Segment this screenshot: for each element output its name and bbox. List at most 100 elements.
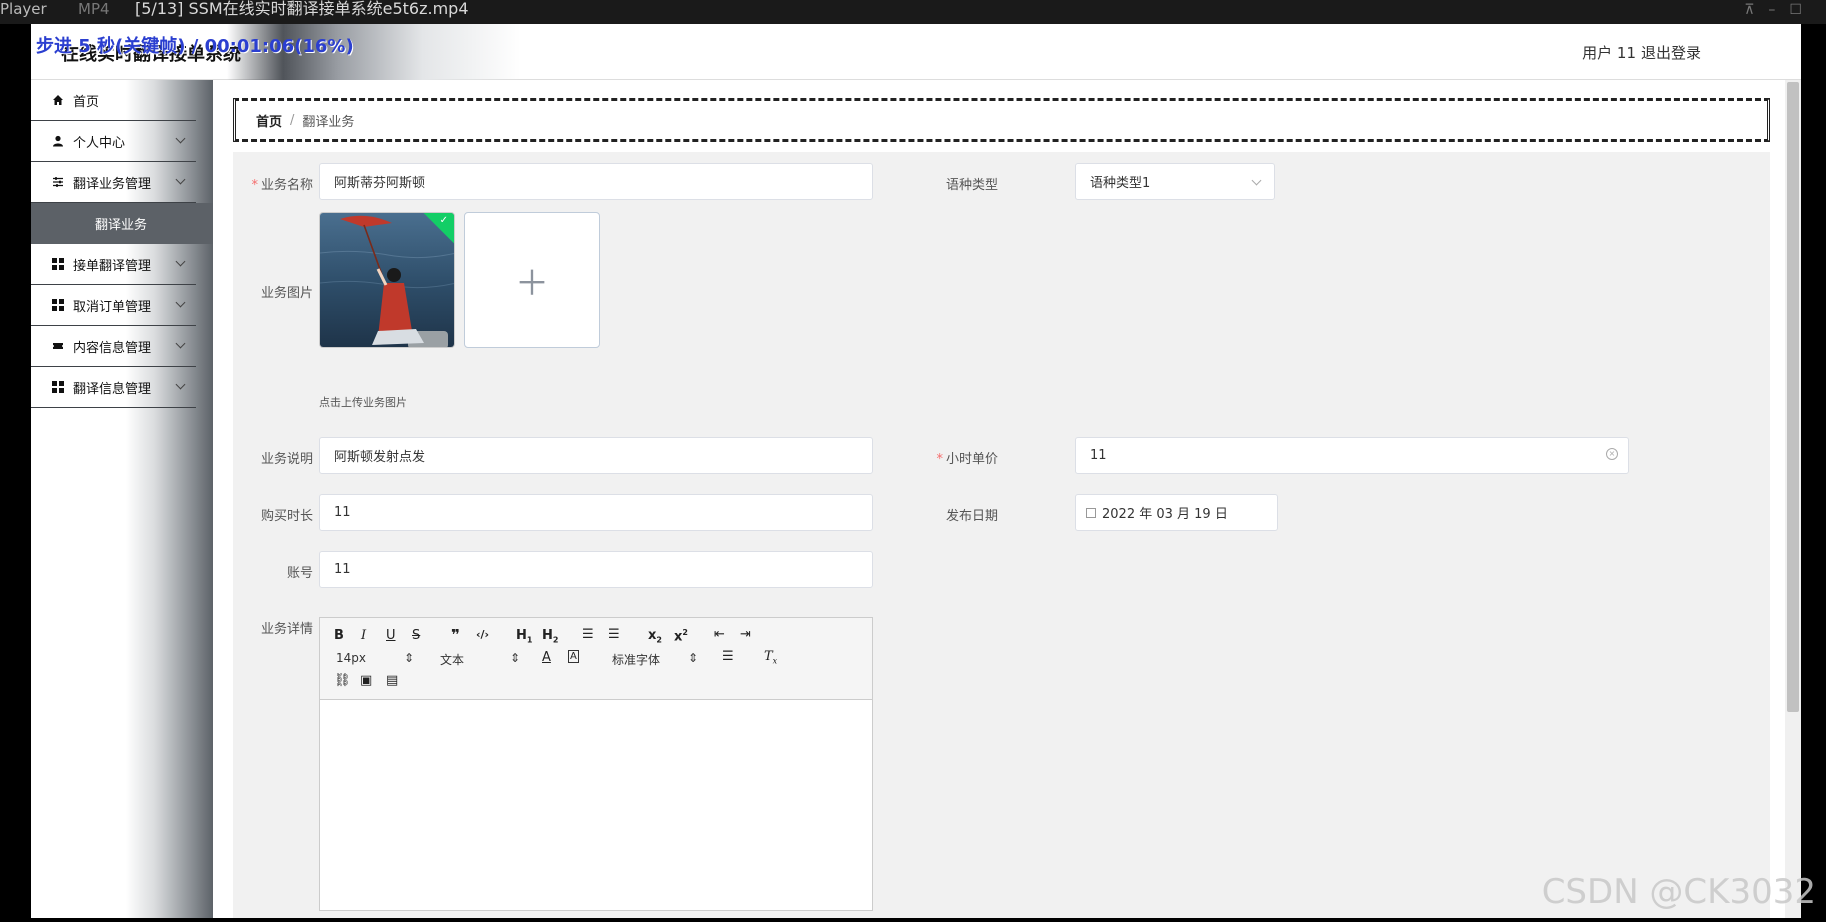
sidebar-item-content-info-mgmt[interactable]: 内容信息管理 bbox=[31, 326, 196, 367]
ordered-list-button[interactable]: ☰ bbox=[582, 627, 594, 642]
user-name[interactable]: 用户 11 bbox=[1582, 42, 1636, 63]
grid-icon bbox=[52, 258, 64, 270]
font-size-select[interactable]: 14px bbox=[336, 651, 366, 665]
clear-icon[interactable]: × bbox=[1606, 448, 1618, 460]
plus-icon: ＋ bbox=[515, 263, 549, 304]
sidebar-item-label: 内容信息管理 bbox=[73, 340, 152, 356]
code-block-button[interactable]: ‹/› bbox=[476, 628, 489, 641]
sidebar-item-translation-business-mgmt[interactable]: 翻译业务管理 bbox=[31, 162, 196, 203]
user-icon bbox=[52, 135, 64, 147]
background-color-button[interactable]: A bbox=[568, 650, 579, 663]
chevron-down-icon bbox=[175, 256, 186, 267]
breadcrumb-home[interactable]: 首页 bbox=[256, 111, 282, 130]
align-button[interactable]: ☰ bbox=[722, 649, 734, 664]
breadcrumb-current: 翻译业务 bbox=[302, 114, 355, 130]
indent-button[interactable]: ⇥ bbox=[740, 627, 751, 642]
business-image-label: 业务图片 bbox=[260, 286, 313, 301]
bold-button[interactable]: B bbox=[334, 628, 344, 643]
business-detail-label: 业务详情 bbox=[260, 622, 313, 637]
upload-add-button[interactable]: ＋ bbox=[464, 212, 600, 348]
breadcrumb: 首页 / 翻译业务 bbox=[233, 98, 1770, 142]
strike-button[interactable]: S bbox=[412, 628, 420, 643]
sidebar-item-home[interactable]: 首页 bbox=[31, 80, 196, 121]
screen: Player MP4 [5/13] SSM在线实时翻译接单系统e5t6z.mp4… bbox=[0, 0, 1826, 922]
publish-date-label: 发布日期 bbox=[945, 509, 998, 524]
upload-tip: 点击上传业务图片 bbox=[319, 396, 407, 409]
app-window: 在线实时翻译接单系统 索：步进 5 秒(关键帧) / 00:01:06(16%)… bbox=[31, 24, 1801, 918]
grid-icon bbox=[52, 381, 64, 393]
sidebar-item-label: 首页 bbox=[73, 94, 100, 110]
clean-format-button[interactable]: Tx bbox=[764, 649, 777, 666]
chevron-down-icon bbox=[175, 297, 186, 308]
business-desc-label: 业务说明 bbox=[260, 452, 313, 467]
image-icon[interactable]: ▣ bbox=[360, 673, 372, 688]
sliders-icon bbox=[52, 176, 64, 188]
account-label: 账号 bbox=[286, 566, 313, 581]
business-form: * 业务名称 阿斯蒂芬阿斯顿 语种类型 语种类型1 业务图片 ✓ ＋ 点击上传业… bbox=[233, 152, 1770, 918]
font-size-arrows-icon: ⇕ bbox=[404, 651, 415, 665]
outdent-button[interactable]: ⇤ bbox=[714, 627, 725, 642]
video-title: [5/13] SSM在线实时翻译接单系统e5t6z.mp4 bbox=[135, 0, 469, 18]
business-name-label: * 业务名称 bbox=[251, 178, 313, 193]
scrollbar[interactable] bbox=[1785, 80, 1801, 918]
link-icon[interactable]: ⛓ bbox=[334, 673, 351, 688]
window-controls[interactable]: ⊼–☐ bbox=[1744, 2, 1816, 18]
player-titlebar: Player MP4 [5/13] SSM在线实时翻译接单系统e5t6z.mp4… bbox=[0, 0, 1826, 24]
chevron-down-icon bbox=[175, 338, 186, 349]
main-content: 首页 / 翻译业务 *业务名称 阿斯蒂芬阿斯顿 语种类型 语种类型1 业务图片 bbox=[213, 80, 1801, 918]
purchase-duration-input[interactable]: 11 bbox=[319, 494, 873, 531]
publish-date-picker[interactable]: 2022 年 03 月 19 日 bbox=[1075, 494, 1278, 531]
check-icon: ✓ bbox=[439, 215, 448, 226]
sidebar-item-translation-info-mgmt[interactable]: 翻译信息管理 bbox=[31, 367, 196, 408]
sidebar-item-personal-center[interactable]: 个人中心 bbox=[31, 121, 196, 162]
uploaded-image-thumbnail[interactable]: ✓ bbox=[319, 212, 455, 348]
italic-button[interactable]: I bbox=[361, 628, 366, 643]
video-icon[interactable]: ▤ bbox=[386, 673, 398, 688]
calendar-icon bbox=[1086, 507, 1096, 518]
business-name-input[interactable]: 阿斯蒂芬阿斯顿 bbox=[319, 163, 873, 200]
header2-button[interactable]: H2 bbox=[542, 628, 558, 645]
blockquote-button[interactable]: ❞ bbox=[451, 626, 460, 644]
sidebar-item-cancel-order-mgmt[interactable]: 取消订单管理 bbox=[31, 285, 196, 326]
ticket-icon bbox=[52, 340, 64, 352]
chevron-down-icon bbox=[1251, 175, 1262, 186]
sidebar-item-label: 个人中心 bbox=[73, 135, 126, 151]
chevron-down-icon bbox=[175, 174, 186, 185]
superscript-button[interactable]: x2 bbox=[674, 628, 688, 644]
sidebar-item-label: 翻译业务管理 bbox=[73, 176, 152, 192]
header1-button[interactable]: H1 bbox=[516, 628, 532, 645]
hourly-price-value: 11 bbox=[1090, 448, 1107, 463]
watermark: CSDN @CK3032 bbox=[1541, 872, 1816, 912]
player-overlay-text: 索：步进 5 秒(关键帧) / 00:01:06(16%) bbox=[31, 36, 354, 57]
logout-button[interactable]: 退出登录 bbox=[1641, 42, 1701, 63]
home-icon bbox=[52, 94, 64, 106]
sidebar-item-label: 接单翻译管理 bbox=[73, 258, 152, 274]
chevron-down-icon bbox=[175, 379, 186, 390]
breadcrumb-separator: / bbox=[290, 112, 295, 128]
header-arrows-icon: ⇕ bbox=[510, 651, 521, 665]
underline-button[interactable]: U bbox=[386, 628, 396, 643]
language-type-value: 语种类型1 bbox=[1090, 176, 1151, 191]
header-select[interactable]: 文本 bbox=[440, 651, 464, 668]
sidebar-item-order-translation-mgmt[interactable]: 接单翻译管理 bbox=[31, 244, 196, 285]
text-color-button[interactable]: A bbox=[542, 650, 551, 665]
sidebar-subitem-translation-business[interactable]: 翻译业务 bbox=[31, 203, 213, 244]
sidebar-subitem-label: 翻译业务 bbox=[95, 218, 148, 233]
subscript-button[interactable]: x2 bbox=[648, 628, 662, 645]
font-family-select[interactable]: 标准字体 bbox=[612, 651, 660, 668]
hourly-price-label: * 小时单价 bbox=[936, 452, 998, 467]
bullet-list-button[interactable]: ☰ bbox=[608, 627, 620, 642]
business-desc-input[interactable]: 阿斯顿发射点发 bbox=[319, 437, 873, 474]
format-label: MP4 bbox=[78, 0, 110, 18]
top-header: 在线实时翻译接单系统 索：步进 5 秒(关键帧) / 00:01:06(16%)… bbox=[31, 24, 1801, 80]
language-type-select[interactable]: 语种类型1 bbox=[1075, 163, 1275, 200]
hourly-price-input[interactable]: 11 × bbox=[1075, 437, 1629, 474]
account-input[interactable]: 11 bbox=[319, 551, 873, 588]
editor-content-area[interactable] bbox=[320, 700, 872, 910]
scrollbar-thumb[interactable] bbox=[1787, 82, 1799, 712]
player-name[interactable]: Player bbox=[0, 0, 47, 18]
language-type-label: 语种类型 bbox=[945, 178, 998, 193]
grid-icon bbox=[52, 299, 64, 311]
font-family-arrows-icon: ⇕ bbox=[688, 651, 699, 665]
sidebar: 首页 个人中心 翻译业务管理 翻译业务 接单翻译管理 取消订单管理 内容信息管理… bbox=[31, 80, 213, 918]
